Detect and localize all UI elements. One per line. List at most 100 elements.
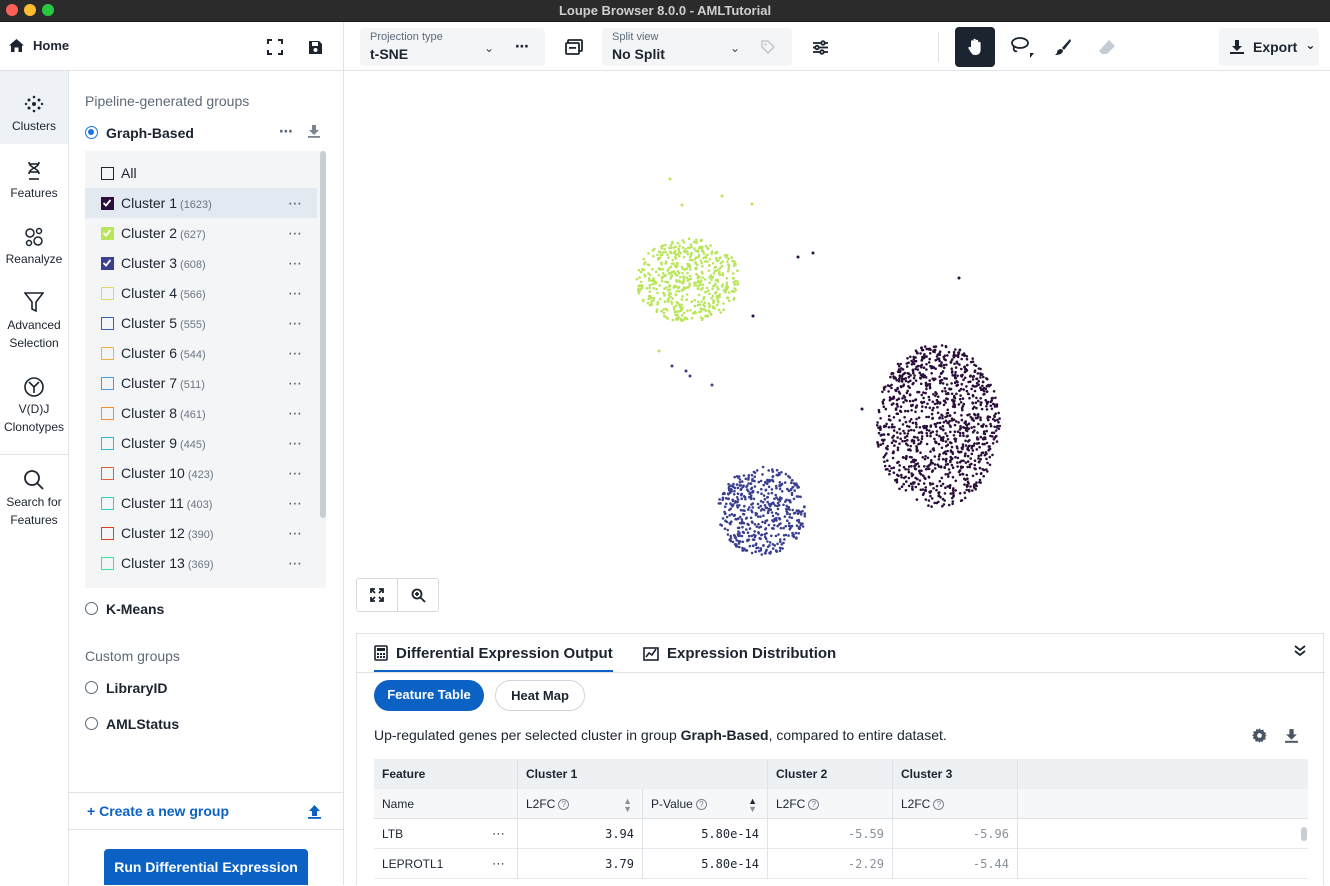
cluster-row[interactable]: Cluster 9 (445) ⋯ (85, 428, 317, 458)
more-options-icon[interactable]: ⋯ (279, 123, 293, 140)
cluster-row[interactable]: Cluster 8 (461) ⋯ (85, 398, 317, 428)
cluster-row[interactable]: Cluster 6 (544) ⋯ (85, 338, 317, 368)
cluster-checkbox[interactable] (101, 227, 114, 240)
more-options-icon[interactable]: ⋯ (288, 555, 303, 572)
cluster-row[interactable]: Cluster 10 (423) ⋯ (85, 458, 317, 488)
eraser-tool[interactable] (1096, 36, 1118, 58)
cluster-row[interactable]: Cluster 1 (1623) ⋯ (85, 188, 317, 218)
nav-advanced-selection[interactable]: Advanced Selection (0, 292, 68, 352)
tab-differential-expression-output[interactable]: Differential Expression Output (374, 634, 613, 673)
cluster-row[interactable]: Cluster 3 (608) ⋯ (85, 248, 317, 278)
lasso-tool[interactable] (1005, 34, 1037, 60)
help-icon[interactable]: ? (695, 799, 707, 810)
more-options-icon[interactable]: ⋯ (288, 525, 303, 542)
more-options-icon[interactable]: ⋯ (288, 255, 303, 272)
cluster-checkbox[interactable] (101, 527, 114, 540)
cluster-row[interactable]: Cluster 2 (627) ⋯ (85, 218, 317, 248)
split-view-select[interactable]: Split view No Split ⌄ (602, 28, 792, 66)
cluster-row[interactable]: Cluster 11 (403) ⋯ (85, 488, 317, 518)
libraryid-radio[interactable] (85, 681, 98, 694)
cluster-row[interactable]: Cluster 4 (566) ⋯ (85, 278, 317, 308)
cluster-checkbox[interactable] (101, 197, 114, 210)
cluster-checkbox[interactable] (101, 497, 114, 510)
collapse-chevron-icon[interactable] (1293, 643, 1307, 662)
download-icon[interactable] (307, 124, 321, 138)
graph-based-radio[interactable] (85, 126, 98, 139)
sort-icon[interactable]: ▲ ▼ (623, 789, 632, 814)
fullscreen-icon[interactable] (265, 37, 285, 57)
cluster-row[interactable]: Cluster 12 (390) ⋯ (85, 518, 317, 548)
cluster-row[interactable]: Cluster 13 (369) ⋯ (85, 548, 317, 578)
col-c1-l2fc[interactable]: L2FC? ▲ ▼ (518, 789, 643, 819)
download-icon[interactable] (1284, 728, 1299, 743)
more-options-icon[interactable]: ⋯ (288, 465, 303, 482)
table-scrollbar[interactable] (1301, 827, 1307, 841)
cluster-checkbox[interactable] (101, 377, 114, 390)
more-options-icon[interactable]: ⋯ (288, 285, 303, 302)
layout-cards-icon[interactable] (563, 36, 585, 58)
projection-type-select[interactable]: Projection type t-SNE ⌄ ⋯ (360, 28, 545, 66)
export-button[interactable]: Export ⌄ (1219, 28, 1319, 66)
scrollbar[interactable] (320, 151, 326, 518)
save-icon[interactable] (305, 37, 325, 57)
more-options-icon[interactable]: ⋯ (288, 315, 303, 332)
create-group-button[interactable]: + Create a new group (87, 803, 229, 819)
col-feature: Feature (374, 759, 518, 789)
nav-features[interactable]: Features (0, 160, 68, 202)
more-options-icon[interactable]: ⋯ (288, 435, 303, 452)
kmeans-radio[interactable] (85, 602, 98, 615)
col-c1-pvalue[interactable]: P-Value? ▲ ▼ (643, 789, 768, 819)
more-options-icon[interactable]: ⋯ (288, 375, 303, 392)
tab-expression-distribution[interactable]: Expression Distribution (643, 634, 836, 672)
tsne-scatter-plot[interactable] (344, 71, 1330, 631)
sort-ascending-icon[interactable]: ▲ ▼ (748, 789, 757, 814)
upload-icon[interactable] (307, 804, 322, 819)
all-checkbox[interactable] (101, 167, 114, 180)
tag-icon[interactable] (760, 39, 776, 55)
more-options-icon[interactable]: ⋯ (288, 225, 303, 242)
more-options-icon[interactable]: ⋯ (288, 405, 303, 422)
cluster-checkbox[interactable] (101, 437, 114, 450)
more-options-icon[interactable]: ⋯ (288, 195, 303, 212)
brush-tool[interactable] (1052, 36, 1074, 58)
col-pvalue-label: P-Value (651, 797, 693, 811)
more-options-icon[interactable]: ⋯ (288, 495, 303, 512)
zoom-in-button[interactable] (398, 579, 439, 611)
more-options-icon[interactable]: ⋯ (515, 38, 529, 55)
col-c3-l2fc[interactable]: L2FC? (893, 789, 1018, 819)
cluster-row[interactable]: Cluster 5 (555) ⋯ (85, 308, 317, 338)
nav-reanalyze[interactable]: Reanalyze (0, 226, 68, 268)
cluster-row[interactable]: Cluster 7 (511) ⋯ (85, 368, 317, 398)
settings-sliders-icon[interactable] (810, 37, 830, 57)
help-icon[interactable]: ? (558, 799, 570, 810)
nav-vdj-clonotypes[interactable]: V(D)J Clonotypes (0, 376, 68, 436)
nav-search-features[interactable]: Search for Features (0, 469, 68, 529)
col-name[interactable]: Name (374, 789, 518, 819)
cluster-checkbox[interactable] (101, 347, 114, 360)
cluster-checkbox[interactable] (101, 257, 114, 270)
more-options-icon[interactable]: ⋯ (492, 849, 505, 879)
more-options-icon[interactable]: ⋯ (288, 345, 303, 362)
cluster-checkbox[interactable] (101, 467, 114, 480)
home-button[interactable]: Home (8, 38, 69, 53)
cluster-checkbox[interactable] (101, 287, 114, 300)
cluster-all-row[interactable]: All (85, 158, 317, 188)
cluster-checkbox[interactable] (101, 407, 114, 420)
run-differential-expression-button[interactable]: Run Differential Expression (104, 849, 308, 885)
col-c2-l2fc[interactable]: L2FC? (768, 789, 893, 819)
more-options-icon[interactable]: ⋯ (492, 819, 505, 849)
gear-icon[interactable] (1252, 728, 1267, 743)
table-row[interactable]: LTB ⋯ 3.94 5.80e-14 -5.59 -5.96 (374, 819, 1308, 849)
help-icon[interactable]: ? (808, 799, 820, 810)
fit-view-button[interactable] (357, 579, 398, 611)
cluster-checkbox[interactable] (101, 317, 114, 330)
feature-table-pill[interactable]: Feature Table (374, 680, 484, 711)
help-icon[interactable]: ? (933, 799, 945, 810)
heat-map-pill[interactable]: Heat Map (495, 680, 585, 711)
nav-clusters[interactable]: Clusters (0, 71, 68, 144)
amlstatus-radio[interactable] (85, 717, 98, 730)
pan-hand-tool[interactable] (955, 27, 995, 67)
cluster-checkbox[interactable] (101, 557, 114, 570)
table-row[interactable]: LEPROTL1 ⋯ 3.79 5.80e-14 -2.29 -5.44 (374, 849, 1308, 879)
cluster-label: Cluster 6 (544) (121, 345, 206, 361)
